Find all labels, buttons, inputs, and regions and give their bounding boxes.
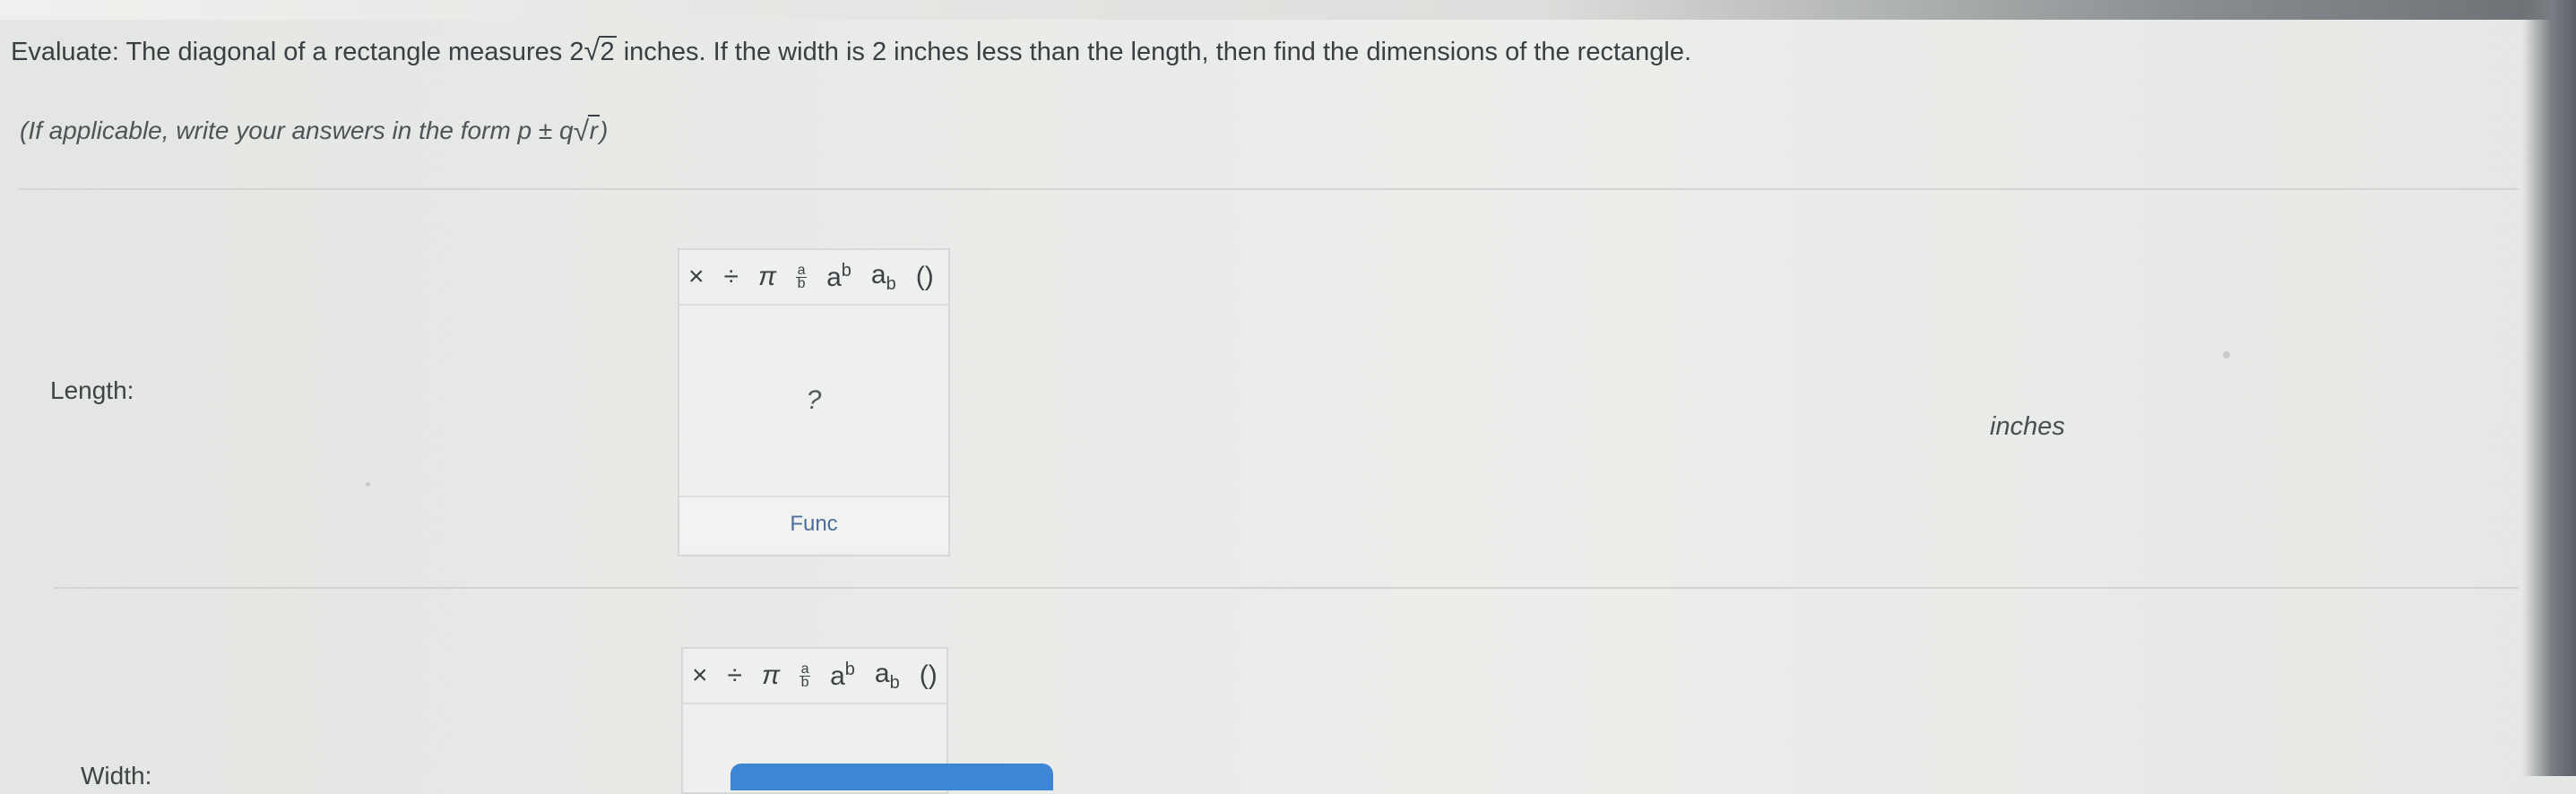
- func-button[interactable]: Func: [679, 496, 948, 551]
- section-divider: [18, 188, 2519, 190]
- screen-smudge: [366, 482, 370, 487]
- sub-base: a: [870, 259, 886, 289]
- pi-button[interactable]: π: [758, 262, 776, 292]
- times-button[interactable]: ×: [692, 660, 708, 691]
- submit-button[interactable]: [730, 764, 1053, 790]
- fraction-num: a: [797, 262, 806, 278]
- answer-placeholder: ?: [806, 385, 822, 415]
- hint-text-end: ): [599, 117, 609, 144]
- prompt-text-end: inches. If the width is 2 inches less th…: [616, 38, 1692, 66]
- fraction-num: a: [800, 660, 809, 677]
- times-button[interactable]: ×: [688, 262, 705, 292]
- question-prompt: Evaluate: The diagonal of a rectangle me…: [11, 32, 2252, 70]
- browser-top-strip: [0, 0, 2576, 20]
- sub-index: b: [886, 273, 896, 294]
- length-math-editor[interactable]: × ÷ π ab ab ab () ? Func: [678, 248, 950, 557]
- screen-smudge: [2223, 351, 2230, 358]
- length-label: Length:: [50, 376, 134, 404]
- length-unit: inches: [1990, 412, 2065, 441]
- fraction-button[interactable]: ab: [800, 660, 811, 690]
- power-button[interactable]: ab: [826, 261, 851, 293]
- prompt-radicand: 2: [598, 36, 617, 66]
- width-label: Width:: [81, 762, 152, 790]
- sub-index: b: [889, 672, 900, 693]
- power-base: a: [826, 263, 842, 292]
- math-toolbar: × ÷ π ab ab ab (): [683, 649, 947, 704]
- parentheses-button[interactable]: (): [920, 660, 938, 691]
- hint-radicand: r: [587, 115, 600, 144]
- section-divider: [54, 587, 2519, 589]
- prompt-text-start: Evaluate: The diagonal of a rectangle me…: [11, 38, 584, 66]
- sqrt-symbol: 2: [583, 32, 617, 70]
- sqrt-symbol: r: [574, 115, 600, 148]
- math-toolbar: × ÷ π ab ab ab (): [679, 250, 948, 306]
- divide-button[interactable]: ÷: [724, 262, 739, 292]
- fraction-button[interactable]: ab: [796, 262, 808, 291]
- screen-edge-shadow: [2522, 0, 2576, 776]
- length-answer-area[interactable]: ?: [679, 306, 948, 496]
- fraction-den: b: [800, 674, 809, 690]
- subscript-button[interactable]: ab: [871, 260, 896, 295]
- power-exp: b: [841, 261, 851, 280]
- power-base: a: [830, 661, 845, 691]
- power-button[interactable]: ab: [830, 660, 855, 692]
- hint-text-start: (If applicable, write your answers in th…: [20, 117, 574, 144]
- fraction-den: b: [797, 275, 806, 291]
- parentheses-button[interactable]: (): [916, 262, 934, 292]
- sub-base: a: [874, 658, 890, 688]
- answer-form-hint: (If applicable, write your answers in th…: [20, 115, 609, 148]
- power-exp: b: [844, 660, 855, 679]
- subscript-button[interactable]: ab: [875, 659, 900, 694]
- divide-button[interactable]: ÷: [728, 660, 742, 691]
- pi-button[interactable]: π: [762, 660, 780, 691]
